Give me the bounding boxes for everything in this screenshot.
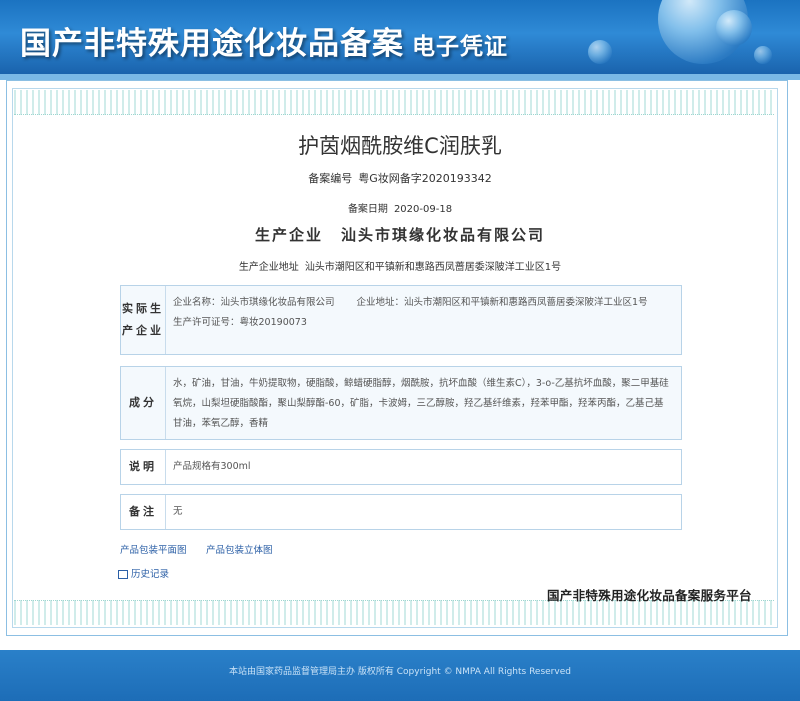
header-banner: 国产非特殊用途化妆品备案 电子凭证 [0,0,800,74]
description-heading: 说明 [121,450,166,484]
remark-section: 备注 无 [120,494,682,530]
record-date: 2020-09-18 [393,204,453,215]
globe-decoration [754,46,772,64]
producer-name: 汕头市琪缘化妆品有限公司 [341,226,546,244]
header-subtitle: 电子凭证 [412,34,508,60]
globe-decoration [716,10,752,46]
description-section: 说明 产品规格有300ml [120,449,682,485]
record-number-label: 备案编号 [308,172,353,185]
actual-producer-body: 企业名称：汕头市琪缘化妆品有限公司 企业地址：汕头市潮阳区和平镇新和惠路西凤蔷居委… [173,293,673,333]
header-title-text: 国产非特殊用途化妆品备案 [20,26,404,62]
company-name: 汕头市琪缘化妆品有限公司 [220,297,335,308]
history-link[interactable]: 历史记录 [118,566,169,580]
package-flat-image-link[interactable]: 产品包装平面图 [120,542,187,556]
ingredients-text: 水，矿油，甘油，牛奶提取物，硬脂酸，鲸蜡硬脂醇，烟酰胺，抗坏血酸（维生素C），3… [173,378,669,429]
producer-address-label: 生产企业地址 [238,262,299,273]
ingredients-section: 成分 水，矿油，甘油，牛奶提取物，硬脂酸，鲸蜡硬脂醇，烟酰胺，抗坏血酸（维生素C… [120,366,682,440]
description-text: 产品规格有300ml [173,461,251,472]
product-name: 护茵烟酰胺维C润肤乳 [298,134,502,158]
record-number: 粤G妆网备字2020193342 [358,172,492,185]
footer: 本站由国家药品监督管理局主办 版权所有 Copyright © NMPA All… [0,650,800,701]
actual-producer-heading: 实际生产企业 [121,286,166,354]
license-label: 生产许可证号： [173,317,240,328]
history-label: 历史记录 [131,569,170,580]
license-number: 粤妆20190073 [239,317,307,328]
company-name-label: 企业名称： [173,297,221,308]
ingredients-heading: 成分 [121,367,166,439]
producer-label: 生产企业 [254,226,323,244]
record-date-label: 备案日期 [347,204,388,215]
remark-heading: 备注 [121,495,166,529]
platform-name: 国产非特殊用途化妆品备案服务平台 [547,588,752,603]
producer-address-line: 生产企业地址 汕头市潮阳区和平镇新和惠路西凤蔷居委深陂洋工业区1号 [0,258,800,273]
header-title: 国产非特殊用途化妆品备案 电子凭证 [20,18,508,63]
globe-decoration [588,40,612,64]
actual-producer-section: 实际生产企业 企业名称：汕头市琪缘化妆品有限公司 企业地址：汕头市潮阳区和平镇新和… [120,285,682,355]
window-icon [118,570,128,579]
footer-copyright: 本站由国家药品监督管理局主办 版权所有 Copyright © NMPA All… [229,667,571,677]
producer-line: 生产企业 汕头市琪缘化妆品有限公司 [0,224,800,245]
company-address: 汕头市潮阳区和平镇新和惠路西凤蔷居委深陂洋工业区1号 [404,297,648,308]
record-number-line: 备案编号 粤G妆网备字2020193342 [0,170,800,186]
producer-address: 汕头市潮阳区和平镇新和惠路西凤蔷居委深陂洋工业区1号 [304,262,562,273]
record-date-line: 备案日期 2020-09-18 [0,200,800,215]
package-stereo-image-link[interactable]: 产品包装立体图 [206,542,273,556]
guilloche-top [14,90,774,115]
remark-text: 无 [173,506,183,517]
company-address-label: 企业地址： [356,297,405,308]
